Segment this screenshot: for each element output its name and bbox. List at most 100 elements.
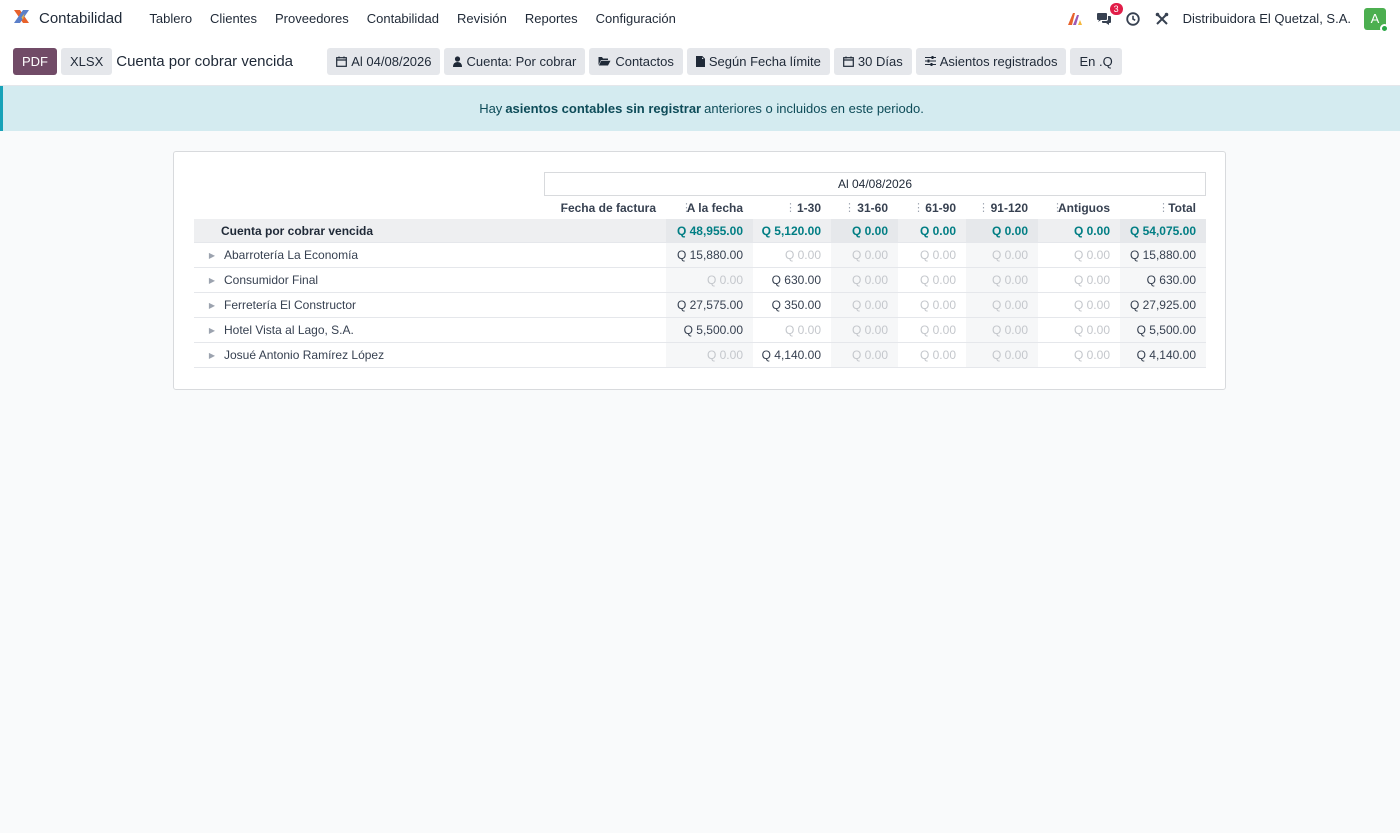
- xlsx-button[interactable]: XLSX: [61, 47, 113, 75]
- date-basis-filter-button[interactable]: Según Fecha límite: [686, 47, 830, 75]
- table-cell[interactable]: Q 0.00: [753, 318, 831, 342]
- table-cell[interactable]: Q 0.00: [1038, 243, 1120, 267]
- table-cell[interactable]: Q 4,140.00: [1120, 343, 1206, 367]
- partner-name[interactable]: Consumidor Final: [224, 273, 318, 287]
- table-cell[interactable]: Q 0.00: [966, 243, 1038, 267]
- column-header-total[interactable]: ⋮ Total: [1120, 196, 1206, 219]
- partner-name[interactable]: Hotel Vista al Lago, S.A.: [224, 323, 354, 337]
- menu-item-proveedores[interactable]: Proveedores: [266, 11, 358, 26]
- table-cell[interactable]: Q 0.00: [898, 318, 966, 342]
- activity-clock-icon[interactable]: [1125, 11, 1141, 27]
- table-cell[interactable]: Q 0.00: [1038, 343, 1120, 367]
- table-row[interactable]: ▶ Abarrotería La Economía Q 15,880.00 Q 0…: [194, 243, 1206, 268]
- table-cell[interactable]: Q 0.00: [966, 219, 1038, 242]
- caret-right-icon[interactable]: ▶: [194, 276, 224, 285]
- period-interval-filter-button[interactable]: 30 Días: [833, 47, 912, 75]
- table-row[interactable]: ▶ Consumidor Final Q 0.00 Q 630.00 Q 0.00…: [194, 268, 1206, 293]
- table-cell[interactable]: Q 0.00: [898, 219, 966, 242]
- table-cell[interactable]: Q 0.00: [898, 243, 966, 267]
- table-cell[interactable]: Q 27,925.00: [1120, 293, 1206, 317]
- table-cell[interactable]: Q 5,500.00: [666, 318, 753, 342]
- table-cell[interactable]: Q 0.00: [966, 293, 1038, 317]
- table-cell[interactable]: Q 0.00: [831, 343, 898, 367]
- table-cell[interactable]: Q 0.00: [753, 243, 831, 267]
- caret-right-icon[interactable]: ▶: [194, 301, 224, 310]
- column-header-1-30[interactable]: ⋮ 1-30: [753, 196, 831, 219]
- column-resize-icon[interactable]: ⋮: [978, 201, 989, 214]
- table-cell[interactable]: Q 0.00: [831, 293, 898, 317]
- table-cell[interactable]: Q 15,880.00: [666, 243, 753, 267]
- caret-right-icon[interactable]: ▶: [194, 351, 224, 360]
- messages-icon[interactable]: 3: [1096, 2, 1123, 27]
- table-cell[interactable]: Q 0.00: [898, 293, 966, 317]
- table-cell[interactable]: Q 0.00: [1038, 219, 1120, 242]
- column-header-invoice-date[interactable]: ⋮ Fecha de factura: [544, 196, 666, 219]
- debug-tools-icon[interactable]: [1154, 11, 1170, 27]
- table-cell[interactable]: Q 4,140.00: [753, 343, 831, 367]
- table-cell[interactable]: Q 54,075.00: [1120, 219, 1206, 242]
- table-row[interactable]: ▶ Josué Antonio Ramírez López Q 0.00 Q 4,…: [194, 343, 1206, 368]
- partner-filter-label: Contactos: [615, 53, 674, 69]
- column-resize-icon[interactable]: ⋮: [559, 201, 570, 214]
- partner-name[interactable]: Abarrotería La Economía: [224, 248, 358, 262]
- currency-filter-button[interactable]: En .Q: [1070, 47, 1122, 75]
- table-cell[interactable]: Q 48,955.00: [666, 219, 753, 242]
- menu-item-configuracion[interactable]: Configuración: [587, 11, 685, 26]
- table-cell[interactable]: Q 350.00: [753, 293, 831, 317]
- table-cell[interactable]: Q 0.00: [1038, 268, 1120, 292]
- table-cell[interactable]: Q 0.00: [966, 268, 1038, 292]
- table-cell[interactable]: Q 0.00: [1038, 293, 1120, 317]
- column-header-91-120[interactable]: ⋮ 91-120: [966, 196, 1038, 219]
- table-cell[interactable]: Q 0.00: [966, 318, 1038, 342]
- column-header-older[interactable]: ⋮ Antiguos: [1038, 196, 1120, 219]
- table-cell[interactable]: Q 5,120.00: [753, 219, 831, 242]
- account-filter-button[interactable]: Cuenta: Por cobrar: [444, 47, 586, 75]
- partner-name[interactable]: Josué Antonio Ramírez López: [224, 348, 384, 362]
- table-cell[interactable]: Q 630.00: [753, 268, 831, 292]
- column-header-61-90[interactable]: ⋮ 61-90: [898, 196, 966, 219]
- pdf-button[interactable]: PDF: [13, 47, 57, 75]
- date-filter-button[interactable]: Al 04/08/2026: [327, 47, 441, 75]
- posted-entries-filter-button[interactable]: Asientos registrados: [915, 47, 1067, 75]
- table-cell[interactable]: Q 630.00: [1120, 268, 1206, 292]
- table-cell[interactable]: Q 0.00: [898, 268, 966, 292]
- table-cell[interactable]: Q 0.00: [831, 219, 898, 242]
- table-cell[interactable]: Q 0.00: [831, 268, 898, 292]
- unposted-entries-link[interactable]: asientos contables sin registrar: [505, 101, 701, 116]
- partner-name[interactable]: Ferretería El Constructor: [224, 298, 356, 312]
- column-resize-icon[interactable]: ⋮: [844, 201, 855, 214]
- column-resize-icon[interactable]: ⋮: [913, 201, 924, 214]
- table-cell[interactable]: Q 27,575.00: [666, 293, 753, 317]
- company-switcher[interactable]: Distribuidora El Quetzal, S.A.: [1183, 11, 1351, 26]
- table-cell[interactable]: Q 0.00: [1038, 318, 1120, 342]
- table-cell[interactable]: Q 15,880.00: [1120, 243, 1206, 267]
- table-row[interactable]: ▶ Ferretería El Constructor Q 27,575.00 Q…: [194, 293, 1206, 318]
- app-brand[interactable]: Contabilidad: [12, 7, 122, 31]
- table-cell[interactable]: Q 0.00: [831, 318, 898, 342]
- alert-text-pre: Hay: [479, 101, 503, 116]
- table-cell[interactable]: Q 0.00: [831, 243, 898, 267]
- caret-right-icon[interactable]: ▶: [194, 326, 224, 335]
- user-avatar[interactable]: A: [1364, 7, 1389, 33]
- table-cell[interactable]: Q 0.00: [666, 343, 753, 367]
- caret-right-icon[interactable]: ▶: [194, 251, 224, 260]
- table-cell[interactable]: Q 0.00: [898, 343, 966, 367]
- app-logo-icon: [12, 7, 31, 31]
- column-resize-icon[interactable]: ⋮: [1158, 201, 1169, 214]
- ai-assistant-icon[interactable]: [1067, 11, 1083, 27]
- menu-item-reportes[interactable]: Reportes: [516, 11, 587, 26]
- partner-filter-button[interactable]: Contactos: [589, 47, 683, 75]
- menu-item-tablero[interactable]: Tablero: [140, 11, 201, 26]
- column-resize-icon[interactable]: ⋮: [785, 201, 796, 214]
- table-cell[interactable]: Q 0.00: [966, 343, 1038, 367]
- column-resize-icon[interactable]: ⋮: [1052, 201, 1063, 214]
- column-header-31-60[interactable]: ⋮ 31-60: [831, 196, 898, 219]
- table-cell[interactable]: Q 0.00: [666, 268, 753, 292]
- table-cell[interactable]: Q 5,500.00: [1120, 318, 1206, 342]
- table-row[interactable]: ▶ Hotel Vista al Lago, S.A. Q 5,500.00 Q …: [194, 318, 1206, 343]
- column-header-current[interactable]: ⋮ A la fecha: [666, 196, 753, 219]
- menu-item-revision[interactable]: Revisión: [448, 11, 516, 26]
- menu-item-contabilidad[interactable]: Contabilidad: [358, 11, 448, 26]
- column-resize-icon[interactable]: ⋮: [681, 201, 692, 214]
- menu-item-clientes[interactable]: Clientes: [201, 11, 266, 26]
